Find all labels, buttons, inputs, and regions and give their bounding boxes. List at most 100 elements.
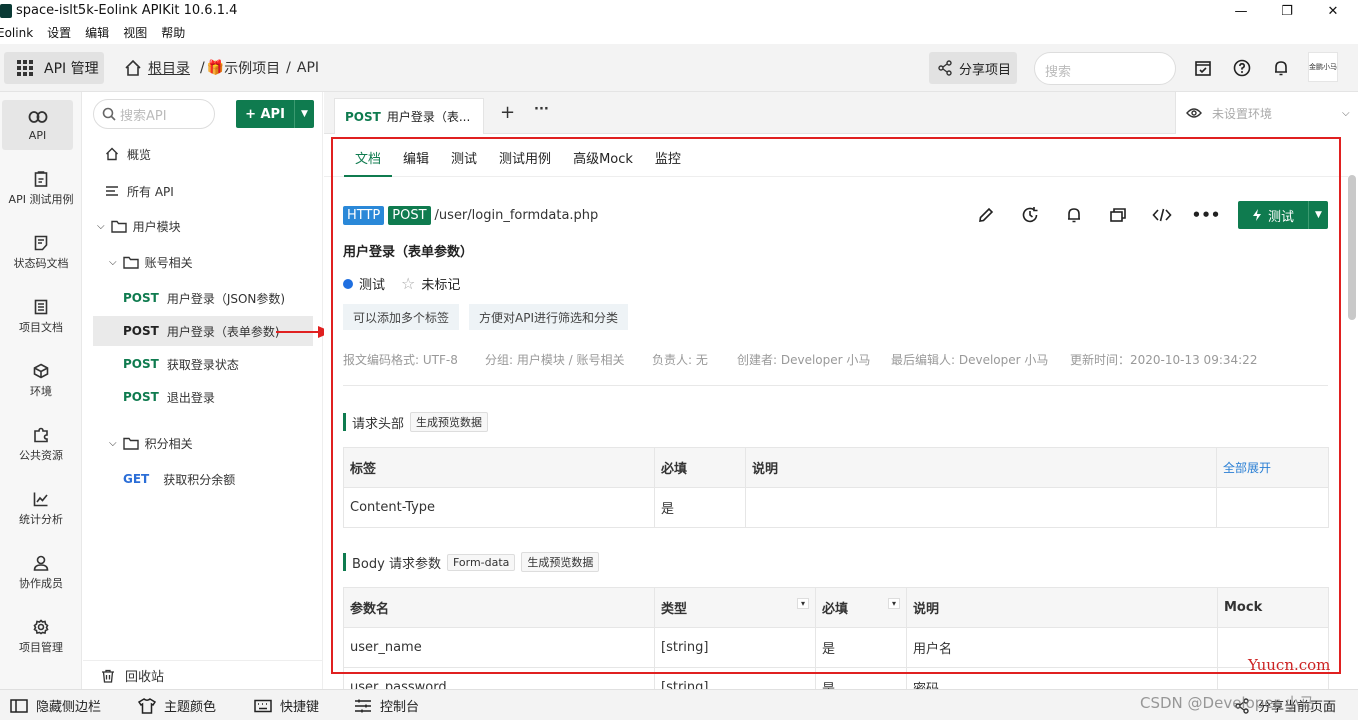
api-search-input[interactable]: 搜索API — [93, 99, 215, 129]
protocol-badge: HTTP — [343, 206, 385, 225]
rail-item-project-doc[interactable]: 项目文档 — [0, 292, 82, 342]
calendar-check-icon[interactable] — [1193, 58, 1213, 78]
rail-item-project-settings[interactable]: 项目管理 — [0, 612, 82, 662]
tree-group-points[interactable]: ⌵ 积分相关 — [83, 428, 323, 458]
rail-item-test-cases[interactable]: API 测试用例 — [0, 164, 82, 214]
sort-dropdown-icon[interactable]: ▾ — [796, 598, 809, 609]
add-api-label: + API — [245, 106, 285, 122]
hide-sidebar-button[interactable]: 隐藏侧边栏 — [10, 696, 101, 715]
share-project-button[interactable]: 分享项目 — [929, 52, 1017, 84]
subtab-advanced-mock[interactable]: 高级Mock — [562, 139, 644, 177]
tree-group-account[interactable]: ⌵ 账号相关 — [83, 247, 323, 277]
run-test-button[interactable]: 测试 ▼ — [1238, 201, 1328, 229]
section-request-headers: 请求头部 生成预览数据 — [343, 412, 489, 432]
avatar[interactable]: 金鹏小马 — [1308, 52, 1338, 82]
sort-dropdown-icon[interactable]: ▾ — [887, 598, 900, 609]
more-options-icon[interactable]: ••• — [1192, 204, 1221, 226]
environment-label: 未设置环境 — [1212, 106, 1273, 121]
tree-item-all-api[interactable]: 所有 API — [83, 176, 323, 206]
theme-color-button[interactable]: 主题颜色 — [138, 696, 216, 715]
environment-select[interactable]: 未设置环境 ⌵ — [1175, 92, 1358, 134]
tree-item-recycle-bin[interactable]: 回收站 — [83, 660, 323, 690]
minimize-button[interactable]: — — [1218, 2, 1264, 20]
meta-owner: 负责人: 无 — [652, 353, 708, 367]
tree-api-item[interactable]: POST 退出登录 — [83, 382, 323, 412]
generate-preview-button[interactable]: 生成预览数据 — [410, 412, 489, 432]
close-button[interactable]: ✕ — [1310, 2, 1356, 20]
body-type-chip[interactable]: Form-data — [446, 553, 516, 571]
doc-scrollbar[interactable] — [1348, 175, 1356, 320]
more-tabs-button[interactable]: ··· — [534, 102, 549, 117]
chevron-down-icon: ⌵ — [109, 256, 117, 268]
share-project-label: 分享项目 — [959, 62, 1012, 78]
breadcrumb-separator: / — [286, 60, 291, 76]
app-switch-button[interactable]: API 管理 — [4, 52, 104, 84]
add-tab-button[interactable]: + — [500, 102, 515, 123]
gear-icon — [33, 619, 49, 635]
notification-bell-icon[interactable] — [1271, 58, 1291, 78]
maximize-button[interactable]: ❐ — [1264, 2, 1310, 20]
menu-settings[interactable]: 设置 — [47, 23, 71, 43]
body-params-table: 参数名 类型 ▾ 必填 ▾ 说明 Mock user_name [string] 是… — [343, 587, 1329, 689]
tag-chip[interactable]: 可以添加多个标签 — [343, 304, 460, 330]
header-name-cell: Content-Type — [343, 487, 655, 528]
tag-chip[interactable]: 方便对API进行筛选和分类 — [469, 304, 628, 330]
method-badge: POST — [388, 206, 431, 225]
breadcrumb-api[interactable]: API — [297, 60, 319, 76]
menu-view[interactable]: 视图 — [123, 23, 147, 43]
history-icon[interactable] — [1019, 204, 1041, 226]
menu-edit[interactable]: 编辑 — [85, 23, 109, 43]
rail-item-api[interactable]: API — [2, 100, 73, 150]
breadcrumb-project[interactable]: 示例项目 — [224, 58, 280, 78]
api-tree-panel: 搜索API + API ▼ 概览 所有 API ⌵ 用户模块 ⌵ 账号相关 PO… — [83, 92, 323, 689]
rail-item-statistics[interactable]: 统计分析 — [0, 484, 82, 534]
table-header-row: 参数名 类型 ▾ 必填 ▾ 说明 Mock — [343, 587, 1329, 628]
dropdown-caret-icon[interactable]: ▼ — [294, 100, 314, 128]
api-title: 用户登录（表单参数） — [343, 245, 474, 260]
bell-icon[interactable] — [1063, 204, 1085, 226]
rail-item-members[interactable]: 协作成员 — [0, 548, 82, 598]
edit-pencil-icon[interactable] — [975, 204, 997, 226]
copy-cards-icon[interactable] — [1107, 204, 1129, 226]
status-dot-icon — [343, 278, 353, 289]
global-search-input[interactable]: 搜索 — [1034, 52, 1176, 85]
shirt-icon — [138, 697, 156, 714]
cube-icon — [33, 363, 49, 379]
left-nav-rail: API API 测试用例 状态码文档 项目文档 环境 公共资源 统计分析 协作成… — [0, 92, 82, 689]
menu-eolink[interactable]: Eolink — [0, 23, 33, 43]
tree-api-item[interactable]: POST 获取登录状态 — [83, 349, 323, 379]
status-label[interactable]: 测试 — [359, 274, 385, 293]
subtab-doc[interactable]: 文档 — [344, 139, 393, 177]
tree-api-item[interactable]: POST 用户登录（JSON参数) — [83, 283, 323, 313]
generate-preview-button[interactable]: 生成预览数据 — [521, 552, 600, 572]
tree-group-user[interactable]: ⌵ 用户模块 — [83, 211, 323, 241]
shortcuts-button[interactable]: 快捷键 — [254, 696, 319, 715]
subtab-monitor[interactable]: 监控 — [644, 139, 692, 177]
subtab-test[interactable]: 测试 — [440, 139, 488, 177]
tab-api-login-form[interactable]: POST 用户登录（表... — [334, 98, 484, 134]
column-header-label: 类型 — [661, 602, 688, 617]
rail-item-environment[interactable]: 环境 — [0, 356, 82, 406]
add-api-button[interactable]: + API ▼ — [236, 100, 314, 128]
tree-api-item[interactable]: GET 获取积分余额 — [83, 464, 323, 494]
watermark-yuucn: Yuucn.com — [1248, 656, 1331, 674]
dropdown-caret-icon[interactable]: ▼ — [1308, 201, 1328, 229]
console-button[interactable]: 控制台 — [354, 696, 419, 715]
breadcrumb-root[interactable]: 根目录 — [148, 58, 190, 78]
expand-all-link[interactable]: 全部展开 — [1216, 447, 1329, 488]
help-icon[interactable] — [1232, 58, 1252, 78]
param-required-cell: 是 — [815, 627, 907, 668]
hide-sidebar-label: 隐藏侧边栏 — [36, 700, 102, 715]
star-icon[interactable]: ☆ — [401, 274, 415, 293]
subtab-test-cases[interactable]: 测试用例 — [488, 139, 562, 177]
api-path: /user/login_formdata.php — [434, 208, 599, 223]
rail-item-status-code[interactable]: 状态码文档 — [0, 228, 82, 278]
subtab-edit[interactable]: 编辑 — [392, 139, 440, 177]
code-icon[interactable] — [1151, 204, 1173, 226]
menu-help[interactable]: 帮助 — [161, 23, 185, 43]
folder-icon — [110, 220, 127, 233]
rail-item-public-resources[interactable]: 公共资源 — [0, 420, 82, 470]
rail-label: 公共资源 — [19, 449, 63, 462]
tree-item-overview[interactable]: 概览 — [83, 139, 323, 169]
window-title-bar: space-islt5k-Eolink APIKit 10.6.1.4 — ❐ … — [0, 0, 1358, 22]
